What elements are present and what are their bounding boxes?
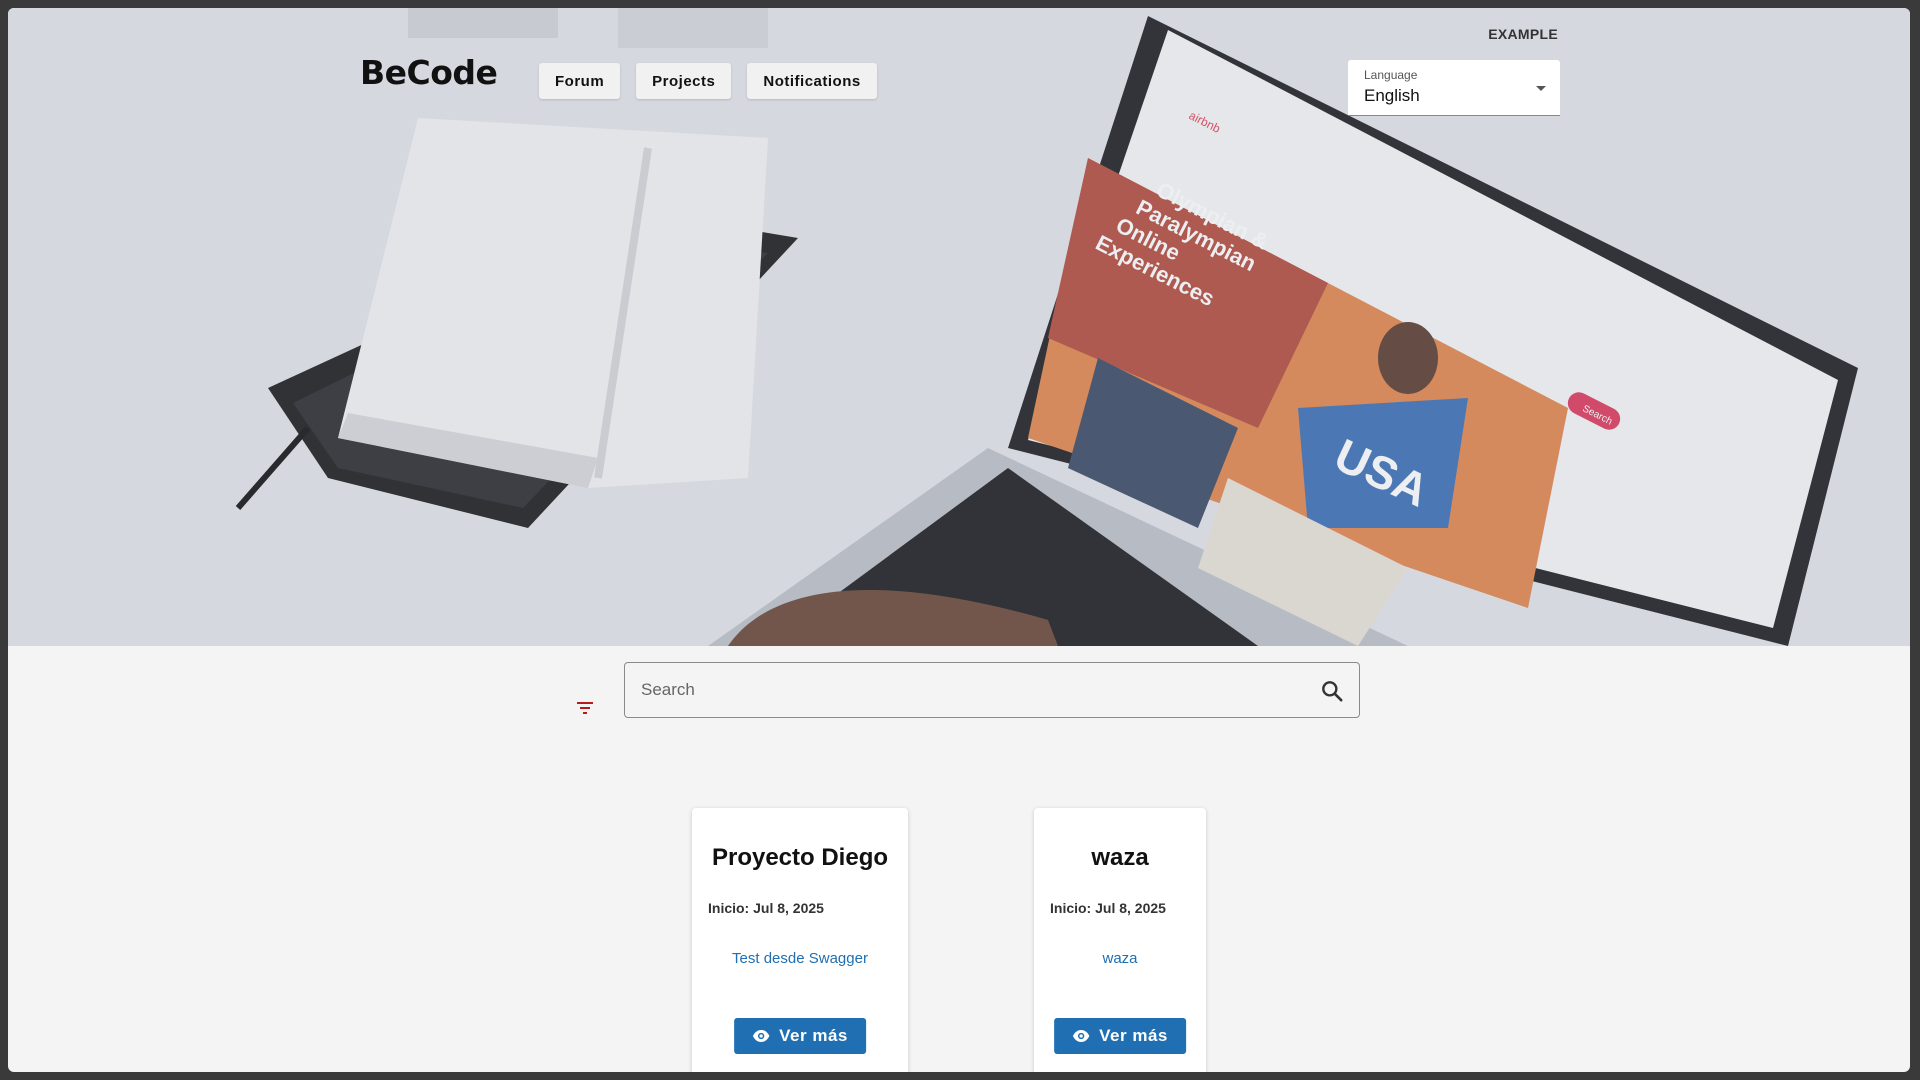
top-nav: Forum Projects Notifications <box>539 63 877 99</box>
project-description-link[interactable]: Test desde Swagger <box>692 950 908 967</box>
search-icon[interactable] <box>1319 678 1345 704</box>
language-select[interactable]: Language English <box>1348 60 1560 116</box>
project-description-link[interactable]: waza <box>1034 950 1206 967</box>
view-more-label: Ver más <box>1099 1026 1168 1045</box>
language-select-value: English <box>1364 86 1420 105</box>
project-date: Inicio: Jul 8, 2025 <box>708 900 824 916</box>
hero-banner: USA Olympian & Paralympian Online Experi… <box>8 8 1910 646</box>
view-more-button[interactable]: Ver más <box>1054 1018 1186 1054</box>
project-card: Proyecto Diego Inicio: Jul 8, 2025 Test … <box>692 808 908 1072</box>
nav-forum-button[interactable]: Forum <box>539 63 621 99</box>
search-input[interactable] <box>625 663 1359 717</box>
hero-overlay <box>8 8 1910 646</box>
filter-icon[interactable] <box>573 696 597 720</box>
caret-down-icon <box>1536 86 1546 91</box>
view-more-button[interactable]: Ver más <box>734 1018 866 1054</box>
eye-icon <box>752 1030 770 1042</box>
brand-logo[interactable]: BeCode <box>360 53 498 92</box>
view-more-label: Ver más <box>779 1026 848 1045</box>
scrollbar[interactable] <box>1902 652 1910 1072</box>
header-tag: EXAMPLE <box>1488 26 1558 42</box>
project-card: waza Inicio: Jul 8, 2025 waza Ver más <box>1034 808 1206 1072</box>
project-title: Proyecto Diego <box>711 844 889 871</box>
nav-projects-button[interactable]: Projects <box>636 63 732 99</box>
language-select-label: Language <box>1364 68 1418 82</box>
eye-icon <box>1072 1030 1090 1042</box>
project-date: Inicio: Jul 8, 2025 <box>1050 900 1166 916</box>
project-title: waza <box>1091 844 1149 871</box>
search-field <box>624 662 1360 718</box>
nav-notifications-button[interactable]: Notifications <box>747 63 877 99</box>
app-window: USA Olympian & Paralympian Online Experi… <box>8 8 1910 1072</box>
